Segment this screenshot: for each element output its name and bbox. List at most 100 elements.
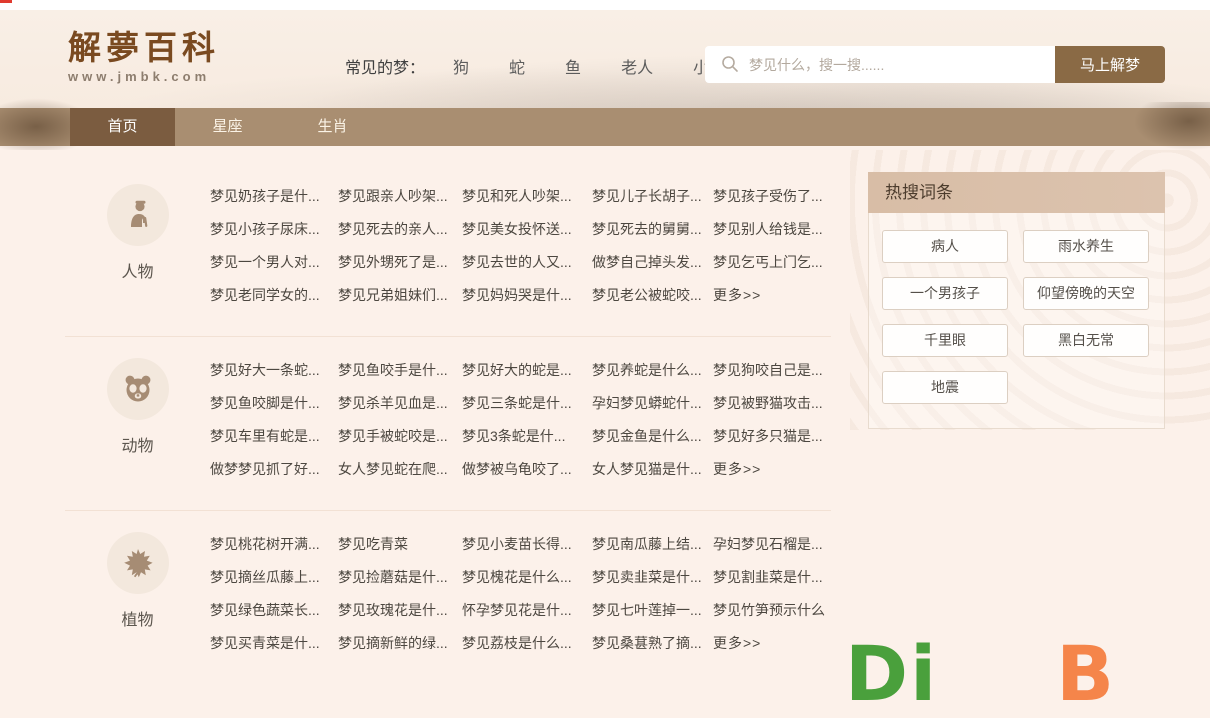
more-link-people[interactable]: 更多>> bbox=[713, 285, 831, 306]
dream-link[interactable]: 梦见死去的舅舅... bbox=[592, 219, 713, 240]
category-label: 植物 bbox=[65, 606, 210, 630]
hot-tag-button[interactable]: 仰望傍晚的天空 bbox=[1023, 277, 1149, 310]
common-dream-link[interactable]: 老人 bbox=[621, 54, 653, 78]
category-plants[interactable]: 植物 bbox=[65, 518, 210, 654]
hot-tag-button[interactable]: 一个男孩子 bbox=[882, 277, 1008, 310]
hot-tag-button[interactable]: 病人 bbox=[882, 230, 1008, 263]
dream-link[interactable]: 梦见买青菜是什... bbox=[210, 633, 338, 654]
dream-link[interactable]: 梦见车里有蛇是... bbox=[210, 426, 338, 447]
links-grid-animals: 更多>> 梦见好大一条蛇... 梦见鱼咬手是什... 梦见好大的蛇是... 梦见… bbox=[210, 344, 831, 480]
site-logo[interactable]: 解夢百科 www.jmbk.com bbox=[68, 30, 220, 84]
search-button[interactable]: 马上解梦 bbox=[1055, 46, 1165, 83]
hot-tag-button[interactable]: 地震 bbox=[882, 371, 1008, 404]
dream-link[interactable]: 梦见荔枝是什么... bbox=[462, 633, 592, 654]
common-dreams-links: 狗 蛇 鱼 老人 小孩 bbox=[453, 54, 725, 78]
dream-link[interactable]: 梦见死去的亲人... bbox=[338, 219, 462, 240]
dream-link[interactable]: 梦见七叶莲掉一... bbox=[592, 600, 713, 621]
dream-link[interactable]: 梦见孩子受伤了... bbox=[713, 186, 831, 207]
dream-link[interactable]: 梦见别人给钱是... bbox=[713, 219, 831, 240]
dream-link[interactable]: 梦见南瓜藤上结... bbox=[592, 534, 713, 555]
common-dream-link[interactable]: 狗 bbox=[453, 54, 469, 78]
section-divider bbox=[65, 510, 831, 511]
more-link-animals[interactable]: 更多>> bbox=[713, 459, 831, 480]
dream-link[interactable]: 梦见摘新鲜的绿... bbox=[338, 633, 462, 654]
dream-link[interactable]: 梦见捡蘑菇是什... bbox=[338, 567, 462, 588]
dream-link[interactable]: 梦见鱼咬脚是什... bbox=[210, 393, 338, 414]
dream-link[interactable]: 梦见桃花树开满... bbox=[210, 534, 338, 555]
common-dream-link[interactable]: 蛇 bbox=[509, 54, 525, 78]
dream-link[interactable]: 孕妇梦见蟒蛇什... bbox=[592, 393, 713, 414]
dream-link[interactable]: 梦见好大一条蛇... bbox=[210, 360, 338, 381]
dream-link[interactable]: 梦见一个男人对... bbox=[210, 252, 338, 273]
dream-link[interactable]: 梦见割韭菜是什... bbox=[713, 567, 831, 588]
dream-link[interactable]: 梦见小麦苗长得... bbox=[462, 534, 592, 555]
category-people[interactable]: 人物 bbox=[65, 170, 210, 306]
dream-link[interactable]: 梦见奶孩子是什... bbox=[210, 186, 338, 207]
common-dreams-bar: 常见的梦： 狗 蛇 鱼 老人 小孩 bbox=[345, 54, 725, 78]
nav-item-home[interactable]: 首页 bbox=[70, 108, 175, 146]
category-label: 人物 bbox=[65, 258, 210, 282]
site-header: 解夢百科 www.jmbk.com 常见的梦： 狗 蛇 鱼 老人 小孩 bbox=[0, 10, 1210, 108]
dream-link[interactable]: 女人梦见猫是什... bbox=[592, 459, 713, 480]
dream-link[interactable]: 梦见好多只猫是... bbox=[713, 426, 831, 447]
dream-link[interactable]: 梦见吃青菜 bbox=[338, 534, 462, 555]
links-grid-plants: 更多>> 梦见桃花树开满... 梦见吃青菜 梦见小麦苗长得... 梦见南瓜藤上结… bbox=[210, 518, 831, 654]
dream-link[interactable]: 梦见儿子长胡子... bbox=[592, 186, 713, 207]
dream-link[interactable]: 梦见竹笋预示什么 bbox=[713, 600, 831, 621]
dream-link[interactable]: 梦见玫瑰花是什... bbox=[338, 600, 462, 621]
dream-link[interactable]: 梦见跟亲人吵架... bbox=[338, 186, 462, 207]
dream-link[interactable]: 做梦被乌龟咬了... bbox=[462, 459, 592, 480]
dream-link[interactable]: 梦见3条蛇是什... bbox=[462, 426, 592, 447]
section-plants: 植物 更多>> 梦见桃花树开满... 梦见吃青菜 梦见小麦苗长得... 梦见南瓜… bbox=[65, 518, 831, 654]
dream-link[interactable]: 梦见妈妈哭是什... bbox=[462, 285, 592, 306]
red-mark bbox=[0, 0, 12, 3]
top-strip bbox=[0, 0, 1210, 10]
dream-link[interactable]: 怀孕梦见花是什... bbox=[462, 600, 592, 621]
dream-link[interactable]: 梦见金鱼是什么... bbox=[592, 426, 713, 447]
main-nav: 首页 星座 生肖 bbox=[0, 108, 1210, 146]
hot-tag-button[interactable]: 黑白无常 bbox=[1023, 324, 1149, 357]
dream-link[interactable]: 做梦梦见抓了好... bbox=[210, 459, 338, 480]
dream-link[interactable]: 女人梦见蛇在爬... bbox=[338, 459, 462, 480]
search-input[interactable] bbox=[705, 46, 1055, 83]
dream-link[interactable]: 梦见狗咬自己是... bbox=[713, 360, 831, 381]
section-people: 人物 更多>> 梦见奶孩子是什... 梦见跟亲人吵架... 梦见和死人吵架...… bbox=[65, 170, 831, 306]
dream-link[interactable]: 梦见桑葚熟了摘... bbox=[592, 633, 713, 654]
dream-link[interactable]: 梦见老公被蛇咬... bbox=[592, 285, 713, 306]
leaf-icon bbox=[107, 532, 169, 594]
dream-link[interactable]: 孕妇梦见石榴是... bbox=[713, 534, 831, 555]
hot-tag-button[interactable]: 千里眼 bbox=[882, 324, 1008, 357]
dream-link[interactable]: 梦见卖韭菜是什... bbox=[592, 567, 713, 588]
logo-url: www.jmbk.com bbox=[68, 69, 220, 84]
section-animals: 动物 更多>> 梦见好大一条蛇... 梦见鱼咬手是什... 梦见好大的蛇是...… bbox=[65, 344, 831, 480]
dream-link[interactable]: 梦见老同学女的... bbox=[210, 285, 338, 306]
dream-link[interactable]: 梦见好大的蛇是... bbox=[462, 360, 592, 381]
dream-link[interactable]: 梦见手被蛇咬是... bbox=[338, 426, 462, 447]
dream-link[interactable]: 梦见兄弟姐妹们... bbox=[338, 285, 462, 306]
nav-item-constellation[interactable]: 星座 bbox=[175, 108, 280, 146]
common-dreams-label: 常见的梦： bbox=[345, 54, 425, 78]
dream-link[interactable]: 梦见三条蛇是什... bbox=[462, 393, 592, 414]
dream-link[interactable]: 梦见养蛇是什么... bbox=[592, 360, 713, 381]
dream-link[interactable]: 梦见槐花是什么... bbox=[462, 567, 592, 588]
dream-link[interactable]: 梦见去世的人又... bbox=[462, 252, 592, 273]
dream-link[interactable]: 梦见鱼咬手是什... bbox=[338, 360, 462, 381]
dream-link[interactable]: 梦见被野猫攻击... bbox=[713, 393, 831, 414]
links-grid-people: 更多>> 梦见奶孩子是什... 梦见跟亲人吵架... 梦见和死人吵架... 梦见… bbox=[210, 170, 831, 306]
dream-link[interactable]: 梦见杀羊见血是... bbox=[338, 393, 462, 414]
category-animals[interactable]: 动物 bbox=[65, 344, 210, 480]
search-bar: 马上解梦 bbox=[705, 46, 1165, 83]
dream-link[interactable]: 梦见外甥死了是... bbox=[338, 252, 462, 273]
hot-search-sidebar: 热搜词条 病人 雨水养生 一个男孩子 仰望傍晚的天空 千里眼 黑白无常 地震 bbox=[868, 172, 1165, 429]
dream-link[interactable]: 梦见小孩子尿床... bbox=[210, 219, 338, 240]
common-dream-link[interactable]: 鱼 bbox=[565, 54, 581, 78]
dream-link[interactable]: 梦见乞丐上门乞... bbox=[713, 252, 831, 273]
dream-link[interactable]: 做梦自己掉头发... bbox=[592, 252, 713, 273]
dream-link[interactable]: 梦见和死人吵架... bbox=[462, 186, 592, 207]
more-link-plants[interactable]: 更多>> bbox=[713, 633, 831, 654]
hot-tag-button[interactable]: 雨水养生 bbox=[1023, 230, 1149, 263]
dream-link[interactable]: 梦见绿色蔬菜长... bbox=[210, 600, 338, 621]
dream-link[interactable]: 梦见美女投怀送... bbox=[462, 219, 592, 240]
dream-link[interactable]: 梦见摘丝瓜藤上... bbox=[210, 567, 338, 588]
nav-item-zodiac[interactable]: 生肖 bbox=[280, 108, 385, 146]
